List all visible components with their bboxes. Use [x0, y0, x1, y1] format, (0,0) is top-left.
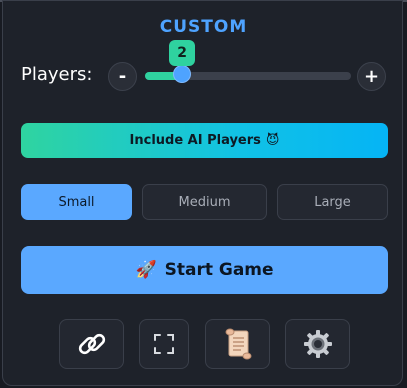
size-small-button[interactable]: Small [21, 184, 132, 220]
size-large-button[interactable]: Large [277, 184, 388, 220]
start-game-label: Start Game [164, 260, 274, 280]
size-medium-button[interactable]: Medium [142, 184, 267, 220]
start-game-button[interactable]: 🚀 Start Game [21, 246, 388, 294]
fullscreen-button[interactable] [139, 319, 189, 369]
decrement-players-button[interactable]: - [108, 62, 137, 91]
include-ai-players-label: Include AI Players [129, 133, 261, 148]
fullscreen-icon [153, 333, 175, 355]
mode-title: CUSTOM [159, 17, 248, 37]
gear-icon [303, 329, 333, 359]
include-ai-players-button[interactable]: Include AI Players 😈 [21, 123, 388, 158]
players-value-bubble: 2 [169, 40, 196, 66]
devil-emoji-icon: 😈 [265, 133, 280, 148]
settings-button[interactable] [285, 319, 350, 369]
players-slider-thumb[interactable] [173, 65, 192, 83]
rules-button[interactable] [205, 319, 270, 369]
rocket-icon: 🚀 [135, 260, 157, 280]
link-icon [76, 328, 108, 360]
increment-players-button[interactable]: + [357, 62, 386, 91]
scroll-icon [222, 327, 254, 361]
players-label: Players: [21, 64, 93, 85]
share-link-button[interactable] [59, 319, 124, 369]
